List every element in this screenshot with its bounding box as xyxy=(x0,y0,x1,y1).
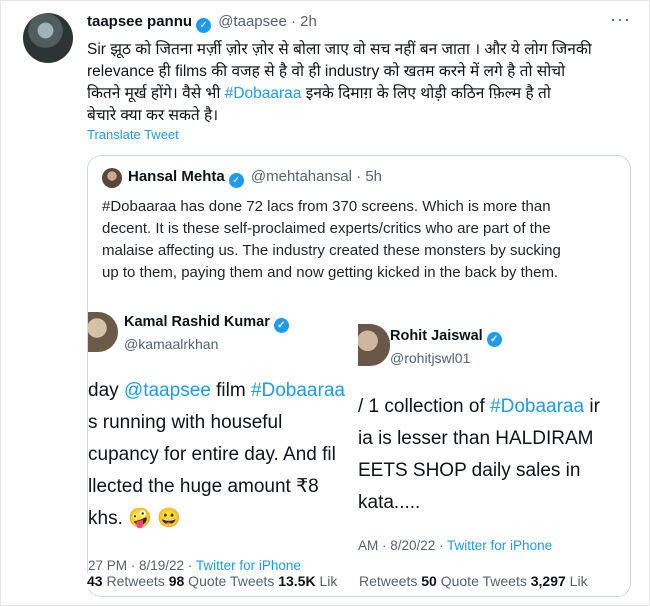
author-avatar[interactable] xyxy=(23,13,73,63)
screenshot-text-line: ia is lesser than HALDIRAM xyxy=(358,428,594,449)
author-handle[interactable]: @taapsee xyxy=(218,13,287,30)
screenshot-text-line: kata..... xyxy=(358,492,421,513)
quoted-tweet[interactable]: Hansal Mehta ✓ @mehtahansal · 5h #Dobaara… xyxy=(87,155,631,597)
embedded-screenshot-kamal: Kamal Rashid Kumar ✓ @kamaalrkhan day @ta… xyxy=(88,300,364,596)
verified-badge-icon: ✓ xyxy=(196,18,212,33)
screenshot-author-handle: @rohitjswl01 xyxy=(390,350,471,366)
tweet-text: Sir झूठ को जितना मर्ज़ी ज़ोर ज़ोर से बोल… xyxy=(87,39,627,127)
screenshot-stats-rohit: Retweets 50 Quote Tweets 3,297 Lik xyxy=(359,573,588,589)
quoted-text-line: up to them, paying them and now getting … xyxy=(102,264,559,281)
tweet-header: taapsee pannu ✓ @taapsee · 2h xyxy=(87,13,317,33)
author-name[interactable]: taapsee pannu xyxy=(87,13,192,30)
tweet-card: taapsee pannu ✓ @taapsee · 2h ··· Sir झूठ… xyxy=(0,0,650,606)
screenshot-avatar xyxy=(88,312,118,352)
verified-badge-icon: ✓ xyxy=(486,332,502,347)
screenshot-avatar xyxy=(358,324,390,366)
quoted-author-name: Hansal Mehta xyxy=(128,168,225,185)
screenshot-text-line: cupancy for entire day. And fil xyxy=(88,444,336,465)
screenshot-author-name: Kamal Rashid Kumar ✓ xyxy=(124,314,292,333)
tweet-text-line: कितने मूर्ख होंगे। वैसे भी #Dobaaraa इनक… xyxy=(87,83,627,105)
screenshot-text-line: llected the huge amount ₹8 xyxy=(88,476,319,497)
screenshot-author-handle: @kamaalrkhan xyxy=(124,336,219,352)
quoted-author-handle: @mehtahansal xyxy=(250,168,352,185)
screenshot-meta: 27 PM · 8/19/22 · Twitter for iPhone xyxy=(88,558,301,573)
quoted-text-line: #Dobaaraa has done 72 lacs from 370 scre… xyxy=(102,198,551,215)
quoted-tweet-text: #Dobaaraa has done 72 lacs from 370 scre… xyxy=(102,196,622,284)
embedded-screenshot-rohit: Rohit Jaiswal ✓ @rohitjswl01 / 1 collecti… xyxy=(358,316,630,596)
quoted-author-avatar xyxy=(102,168,122,188)
tweet-text-line: Sir झूठ को जितना मर्ज़ी ज़ोर ज़ोर से बोल… xyxy=(87,41,592,58)
verified-badge-icon: ✓ xyxy=(228,173,244,188)
tweet-time[interactable]: 2h xyxy=(300,13,317,30)
quoted-tweet-header: Hansal Mehta ✓ @mehtahansal · 5h xyxy=(128,168,382,188)
verified-badge-icon: ✓ xyxy=(273,318,289,333)
quoted-tweet-time: 5h xyxy=(365,168,383,185)
translate-tweet-link[interactable]: Translate Tweet xyxy=(87,127,179,142)
screenshot-text-line: day @taapsee film #Dobaaraa xyxy=(88,380,345,401)
screenshot-meta: AM · 8/20/22 · Twitter for iPhone xyxy=(358,538,553,553)
hashtag-link[interactable]: #Dobaaraa xyxy=(225,85,302,102)
separator-dot: · xyxy=(356,168,362,185)
tweet-text-segment: कितने मूर्ख होंगे। वैसे भी xyxy=(87,85,225,102)
tweet-text-line: relevance ही films की वजह से है वो ही in… xyxy=(87,63,566,80)
tweet-text-segment: इनके दिमाग़ के लिए थोड़ी कठिन फ़िल्म है … xyxy=(301,85,551,102)
quoted-text-line: malaise affecting us. The industry creat… xyxy=(102,242,561,259)
screenshot-text-line: EETS SHOP daily sales in xyxy=(358,460,581,481)
screenshot-author-name: Rohit Jaiswal ✓ xyxy=(390,328,505,347)
screenshot-text-line: s running with houseful xyxy=(88,412,283,433)
separator-dot: · xyxy=(290,13,296,30)
tweet-text-line: बेचारे क्या कर सकते है। xyxy=(87,107,219,124)
screenshot-text-line: khs. 🤪 😀 xyxy=(88,508,181,529)
screenshot-text-line: / 1 collection of #Dobaaraa ir xyxy=(358,396,600,417)
more-options-icon[interactable]: ··· xyxy=(610,9,631,30)
quoted-text-line: decent. It is these self-proclaimed expe… xyxy=(102,220,551,237)
screenshot-stats-kamal: 43 Retweets 98 Quote Tweets 13.5K Lik xyxy=(87,573,340,589)
